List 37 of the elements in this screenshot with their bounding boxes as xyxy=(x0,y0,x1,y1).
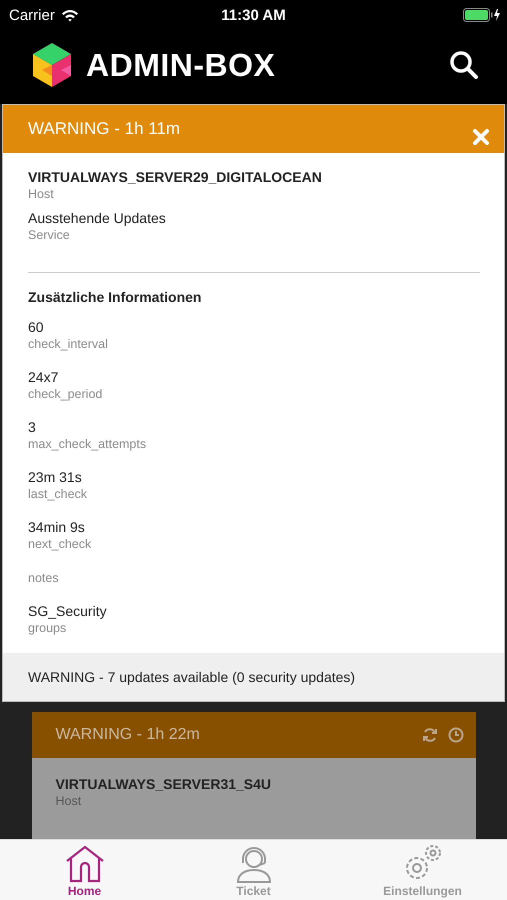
detail-value: 3 xyxy=(28,419,37,435)
service-name: Ausstehende Updates xyxy=(28,210,167,226)
detail-label: last_check xyxy=(28,487,88,501)
detail-label: check_period xyxy=(28,387,104,401)
host-label: Host xyxy=(28,187,55,201)
host-name: VIRTUALWAYS_SERVER31_S4U xyxy=(56,776,272,792)
search-icon[interactable] xyxy=(449,50,479,80)
service-label: Service xyxy=(28,228,71,242)
detail-label: next_check xyxy=(28,537,92,551)
section-title: Zusätzliche Informationen xyxy=(28,289,202,305)
app-title: ADMIN-BOX xyxy=(86,46,276,84)
detail-value: 23m 31s xyxy=(28,469,83,485)
refresh-icon[interactable] xyxy=(422,727,438,743)
clock-icon[interactable] xyxy=(448,727,464,743)
detail-value: 24x7 xyxy=(28,369,60,385)
wifi-icon xyxy=(60,8,79,22)
detail-label: groups xyxy=(28,621,68,635)
tab-item[interactable]: Einstellungen xyxy=(338,840,507,900)
status-message: WARNING - 7 updates available (0 security updates) xyxy=(28,669,356,685)
detail-value: SG_Security xyxy=(28,603,108,619)
clock-time: 11:30 AM xyxy=(221,6,286,24)
house-icon xyxy=(64,845,104,883)
detail-value: 34min 9s xyxy=(28,519,86,535)
host-label: Host xyxy=(56,794,82,808)
battery-icon xyxy=(463,8,501,22)
dialog-title: WARNING - 1h 11m xyxy=(28,119,180,139)
close-icon[interactable] xyxy=(472,128,490,146)
detail-label: max_check_attempts xyxy=(28,437,148,451)
carrier-name: Carrier xyxy=(9,6,55,24)
host-name: VIRTUALWAYS_SERVER29_DIGITALOCEAN xyxy=(28,169,323,185)
tab-item[interactable]: Home xyxy=(0,840,169,900)
detail-label: check_interval xyxy=(28,337,109,351)
detail-label: notes xyxy=(28,571,60,585)
tab-item[interactable]: Ticket xyxy=(169,840,338,900)
detail-value: 60 xyxy=(28,319,45,335)
cube-logo-icon xyxy=(30,41,74,89)
card-title: WARNING - 1h 22m xyxy=(56,726,200,744)
